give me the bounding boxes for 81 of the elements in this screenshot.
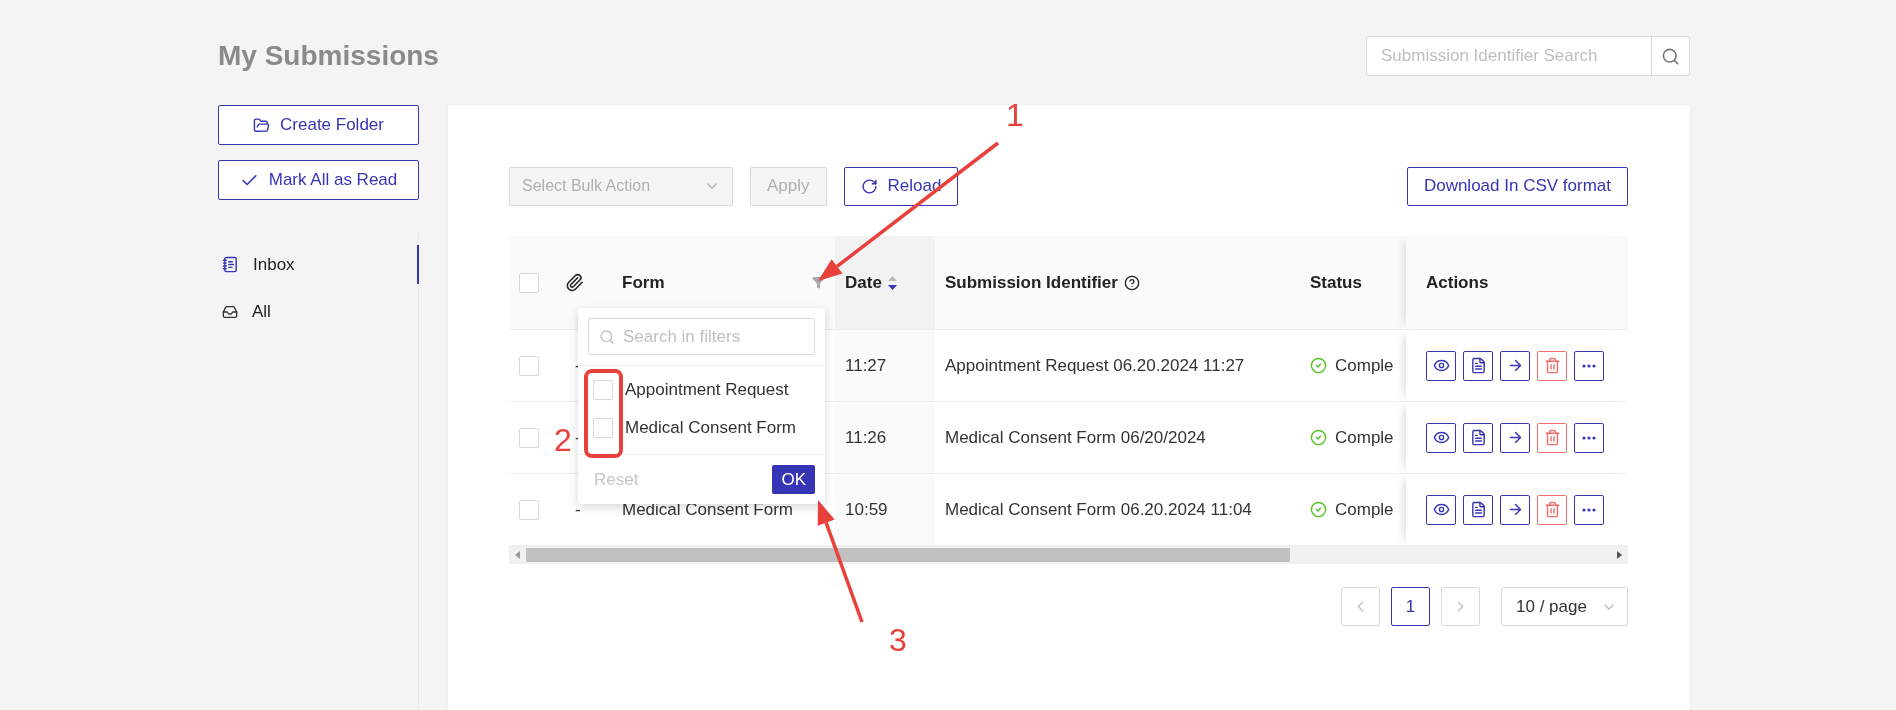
status-text: Comple: [1335, 427, 1394, 448]
download-csv-button[interactable]: Download In CSV format: [1406, 166, 1628, 206]
table-cell: Medical Consent Form 06.20.2024 11:04: [945, 499, 1252, 520]
filter-option-label[interactable]: Medical Consent Form: [625, 418, 796, 438]
page-title: My Submissions: [218, 40, 439, 72]
forward-button[interactable]: [1500, 350, 1530, 381]
status-text: Comple: [1335, 499, 1394, 520]
page-size-select[interactable]: 10 / page: [1501, 587, 1628, 626]
filter-option-label[interactable]: Appointment Request: [625, 380, 789, 400]
create-folder-button[interactable]: Create Folder: [218, 105, 419, 145]
reload-button[interactable]: Reload: [843, 166, 959, 206]
column-header: Submission Identifier: [945, 272, 1118, 293]
row-checkbox[interactable]: [519, 427, 539, 448]
check-circle-icon: [1310, 357, 1327, 374]
tray-icon: [222, 303, 238, 320]
file-icon: [1469, 429, 1487, 446]
view-button[interactable]: [1426, 494, 1456, 525]
table-cell: Appointment Request 06.20.2024 11:27: [945, 355, 1245, 376]
delete-button[interactable]: [1537, 494, 1567, 525]
more-button[interactable]: [1574, 350, 1604, 381]
view-button[interactable]: [1426, 350, 1456, 381]
status-text: Comple: [1335, 355, 1394, 376]
page-button[interactable]: 1: [1391, 587, 1430, 626]
column-header: Form: [622, 272, 665, 293]
reload-icon: [860, 177, 878, 195]
file-icon: [1469, 357, 1487, 374]
eye-icon: [1432, 429, 1450, 446]
eye-icon: [1432, 357, 1450, 374]
delete-button[interactable]: [1537, 350, 1567, 381]
filter-checkbox[interactable]: [593, 418, 613, 438]
table-cell: -: [575, 499, 581, 520]
view-button[interactable]: [1426, 422, 1456, 453]
delete-button[interactable]: [1537, 422, 1567, 453]
trash-icon: [1543, 501, 1561, 518]
mark-read-button[interactable]: Mark All as Read: [218, 160, 419, 200]
column-header: Date: [845, 272, 882, 293]
sidebar-item[interactable]: All: [218, 292, 419, 331]
horizontal-scrollbar[interactable]: [509, 546, 1628, 564]
row-checkbox[interactable]: [519, 499, 539, 520]
search-icon: [599, 329, 615, 345]
column-header: Actions: [1426, 272, 1489, 293]
pdf-button[interactable]: [1463, 422, 1493, 453]
table-cell: 10:59: [835, 474, 935, 545]
forward-button[interactable]: [1500, 422, 1530, 453]
sidebar-item[interactable]: Inbox: [218, 245, 419, 284]
more-icon: [1582, 435, 1596, 440]
check-circle-icon: [1310, 501, 1327, 518]
table-cell: -: [575, 427, 581, 448]
annotation-number: 1: [1006, 99, 1024, 131]
trash-icon: [1543, 357, 1561, 374]
more-button[interactable]: [1574, 422, 1604, 453]
ok-button[interactable]: OK: [772, 465, 815, 494]
trash-icon: [1543, 429, 1561, 446]
filter-checkbox[interactable]: [593, 380, 613, 400]
more-icon: [1582, 363, 1596, 368]
table-cell: 11:27: [835, 330, 935, 401]
filter-search-field[interactable]: Search in filters: [588, 318, 815, 355]
document-icon: [222, 256, 239, 273]
search-button[interactable]: [1652, 36, 1690, 76]
help-icon[interactable]: [1123, 274, 1140, 291]
table-cell: Medical Consent Form 06/20/2024: [945, 427, 1206, 448]
more-button[interactable]: [1574, 494, 1604, 525]
pdf-button[interactable]: [1463, 350, 1493, 381]
search-icon: [1661, 46, 1680, 66]
file-icon: [1469, 501, 1487, 518]
more-icon: [1582, 507, 1596, 512]
table-cell: 11:26: [835, 402, 935, 473]
eye-icon: [1432, 501, 1450, 518]
annotation-number: 2: [554, 424, 572, 456]
column-header: Status: [1310, 272, 1362, 293]
paperclip-icon: [565, 273, 584, 292]
table-cell: -: [575, 355, 581, 376]
search-field[interactable]: Submission Identifier Search: [1366, 36, 1652, 76]
check-circle-icon: [1310, 429, 1327, 446]
forward-button[interactable]: [1500, 494, 1530, 525]
sort-icon[interactable]: [887, 275, 897, 290]
pdf-button[interactable]: [1463, 494, 1493, 525]
select-all-checkbox[interactable]: [519, 272, 539, 293]
folder-icon: [253, 116, 271, 134]
row-checkbox[interactable]: [519, 355, 539, 376]
annotation-number: 3: [889, 624, 907, 656]
